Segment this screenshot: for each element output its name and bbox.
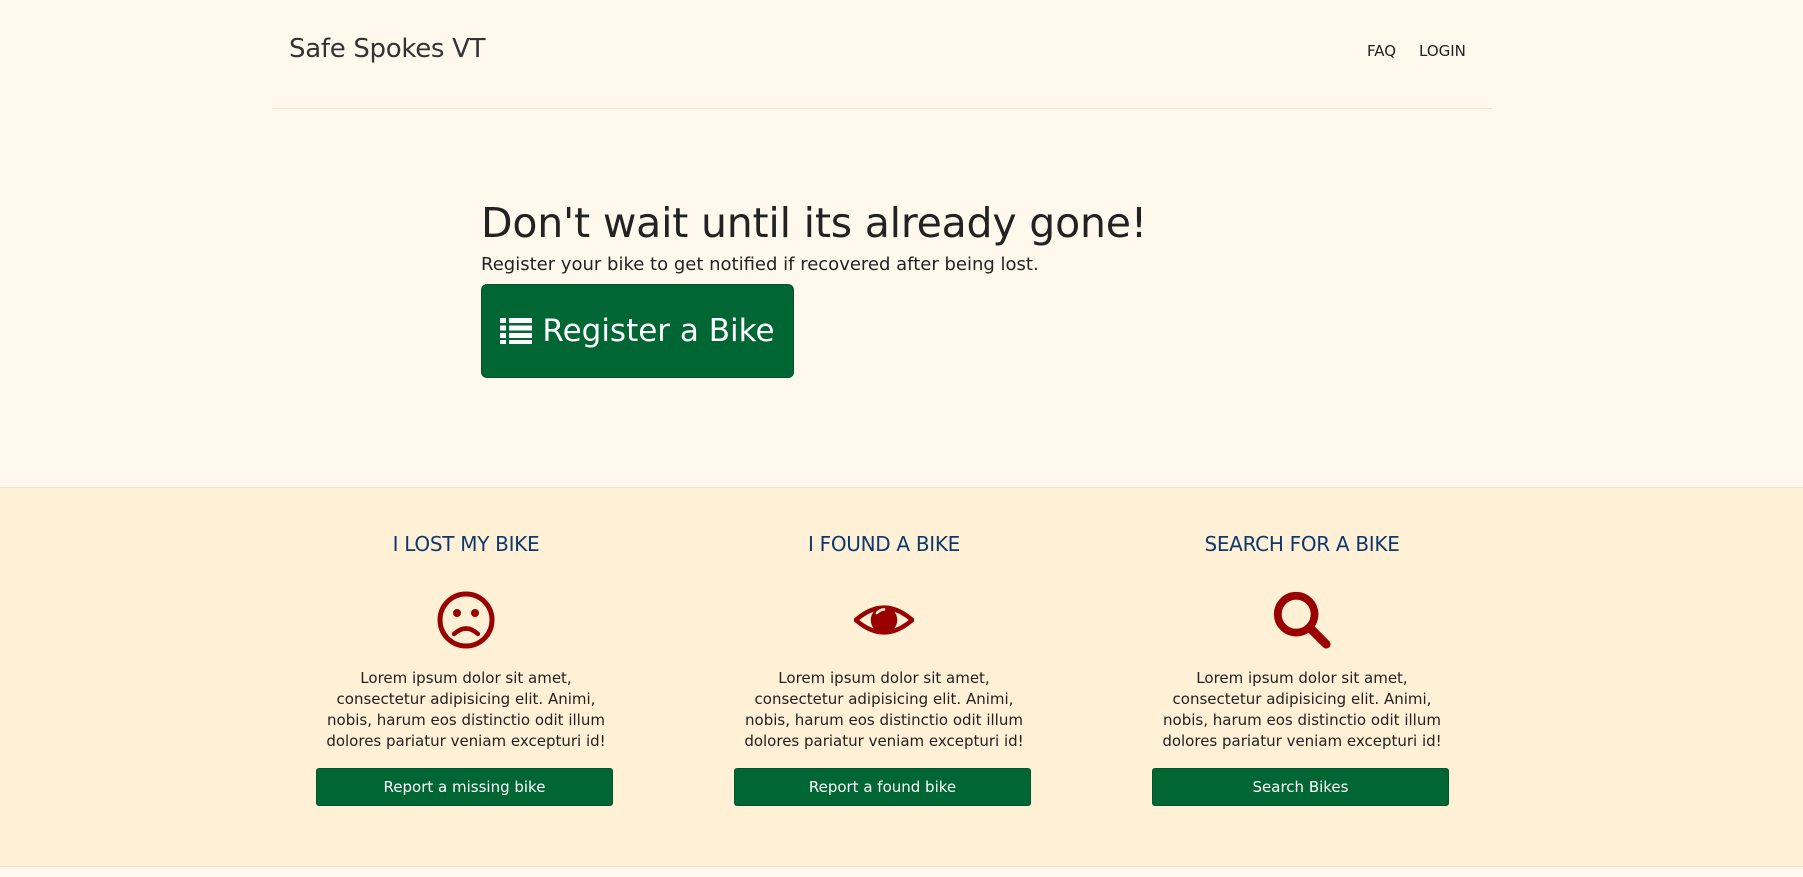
feature-title: SEARCH FOR A BIKE bbox=[1204, 532, 1400, 556]
feature-description: Lorem ipsum dolor sit amet, consectetur … bbox=[326, 669, 606, 750]
search-icon bbox=[1272, 590, 1332, 650]
features-section: I LOST MY BIKE Lorem ipsum dolor sit ame… bbox=[0, 487, 1803, 867]
report-missing-bike-button[interactable]: Report a missing bike bbox=[316, 768, 613, 806]
nav-faq-link[interactable]: FAQ bbox=[1367, 42, 1396, 60]
frown-icon bbox=[436, 590, 496, 650]
feature-description: Lorem ipsum dolor sit amet, consectetur … bbox=[744, 669, 1024, 750]
search-bikes-button[interactable]: Search Bikes bbox=[1152, 768, 1449, 806]
hero-section: Don't wait until its already gone! Regis… bbox=[481, 195, 1381, 378]
feature-title: I LOST MY BIKE bbox=[392, 532, 540, 556]
eye-icon bbox=[854, 590, 914, 650]
brand-link[interactable]: Safe Spokes VT bbox=[289, 34, 485, 64]
report-found-bike-button[interactable]: Report a found bike bbox=[734, 768, 1031, 806]
list-icon bbox=[500, 317, 533, 345]
hero-subtitle: Register your bike to get notified if re… bbox=[481, 254, 1039, 275]
feature-description: Lorem ipsum dolor sit amet, consectetur … bbox=[1162, 669, 1442, 750]
feature-title: I FOUND A BIKE bbox=[807, 532, 961, 556]
hero-title: Don't wait until its already gone! bbox=[481, 199, 1147, 247]
register-bike-label: Register a Bike bbox=[542, 313, 775, 349]
navbar: Safe Spokes VT FAQ LOGIN bbox=[272, 0, 1492, 109]
register-bike-button[interactable]: Register a Bike bbox=[481, 284, 794, 378]
nav-login-link[interactable]: LOGIN bbox=[1419, 42, 1466, 60]
